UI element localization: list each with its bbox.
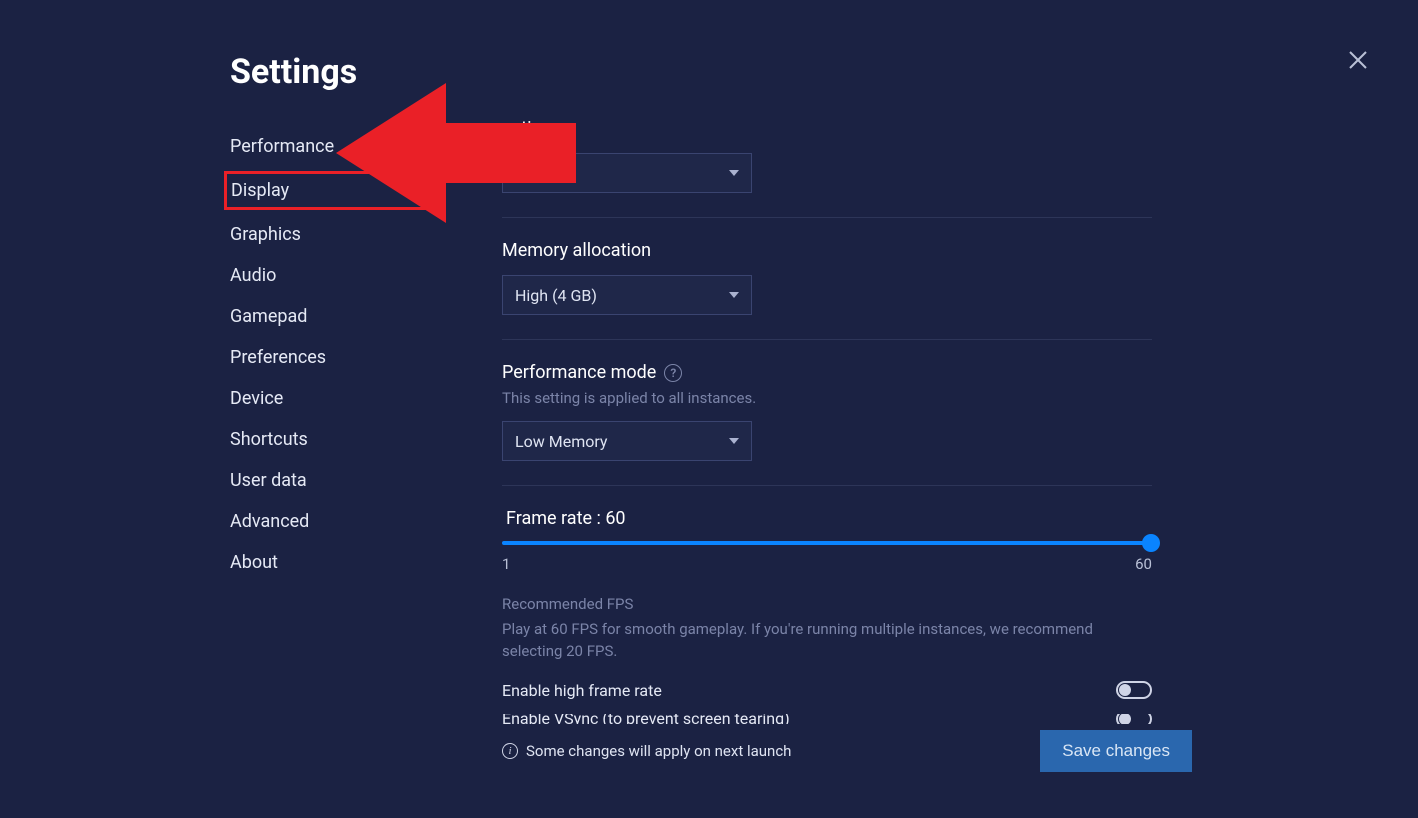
memory-allocation-value: High (4 GB) xyxy=(515,286,597,305)
sidebar-item-gamepad[interactable]: Gamepad xyxy=(230,298,430,335)
performance-mode-desc: This setting is applied to all instances… xyxy=(502,389,1152,407)
sidebar-item-device[interactable]: Device xyxy=(230,380,430,417)
memory-allocation-select[interactable]: High (4 GB) xyxy=(502,275,752,315)
performance-mode-select[interactable]: Low Memory xyxy=(502,421,752,461)
frame-rate-min: 1 xyxy=(502,555,510,573)
vsync-toggle[interactable] xyxy=(1116,714,1152,724)
high-frame-rate-row: Enable high frame rate xyxy=(502,681,1152,700)
performance-mode-section: Performance mode ? This setting is appli… xyxy=(502,362,1152,486)
frame-rate-slider[interactable] xyxy=(502,541,1152,545)
settings-main: cation Cores) Memory allocation High (4 … xyxy=(502,118,1152,724)
close-icon[interactable] xyxy=(1346,48,1370,72)
info-icon: i xyxy=(502,743,518,759)
sidebar-item-shortcuts[interactable]: Shortcuts xyxy=(230,421,430,458)
cpu-allocation-select[interactable]: Cores) xyxy=(502,153,752,193)
recommended-fps-body: Play at 60 FPS for smooth gameplay. If y… xyxy=(502,619,1122,663)
recommended-fps-title: Recommended FPS xyxy=(502,595,1152,613)
vsync-label: Enable VSync (to prevent screen tearing) xyxy=(502,714,790,724)
chevron-down-icon xyxy=(729,170,739,176)
sidebar-item-about[interactable]: About xyxy=(230,544,430,581)
performance-mode-value: Low Memory xyxy=(515,432,607,451)
memory-allocation-section: Memory allocation High (4 GB) xyxy=(502,240,1152,340)
cpu-allocation-section: cation Cores) xyxy=(502,118,1152,218)
sidebar-item-performance[interactable]: Performance xyxy=(230,128,430,165)
chevron-down-icon xyxy=(729,438,739,444)
sidebar-item-advanced[interactable]: Advanced xyxy=(230,503,430,540)
vsync-row: Enable VSync (to prevent screen tearing) xyxy=(502,714,1152,724)
high-frame-rate-label: Enable high frame rate xyxy=(502,681,662,700)
sidebar-item-user-data[interactable]: User data xyxy=(230,462,430,499)
performance-mode-label: Performance mode ? xyxy=(502,362,1152,383)
sidebar-item-preferences[interactable]: Preferences xyxy=(230,339,430,376)
frame-rate-label: Frame rate : 60 xyxy=(506,508,1152,529)
frame-rate-max: 60 xyxy=(1135,555,1152,573)
footer-bar: i Some changes will apply on next launch… xyxy=(502,730,1192,772)
cpu-allocation-value: Cores) xyxy=(515,164,562,183)
sidebar-item-graphics[interactable]: Graphics xyxy=(230,216,430,253)
frame-rate-section: Frame rate : 60 1 60 Recommended FPS Pla… xyxy=(502,508,1152,724)
page-title: Settings xyxy=(230,52,357,92)
memory-allocation-label: Memory allocation xyxy=(502,240,1152,261)
cpu-allocation-label: cation xyxy=(502,118,1152,139)
sidebar-item-display[interactable]: Display xyxy=(224,171,430,210)
footer-note: i Some changes will apply on next launch xyxy=(502,742,791,760)
save-changes-button[interactable]: Save changes xyxy=(1040,730,1192,772)
high-frame-rate-toggle[interactable] xyxy=(1116,681,1152,699)
help-icon[interactable]: ? xyxy=(664,364,682,382)
sidebar-item-audio[interactable]: Audio xyxy=(230,257,430,294)
settings-sidebar: PerformanceDisplayGraphicsAudioGamepadPr… xyxy=(230,128,430,585)
chevron-down-icon xyxy=(729,292,739,298)
slider-thumb[interactable] xyxy=(1142,534,1160,552)
